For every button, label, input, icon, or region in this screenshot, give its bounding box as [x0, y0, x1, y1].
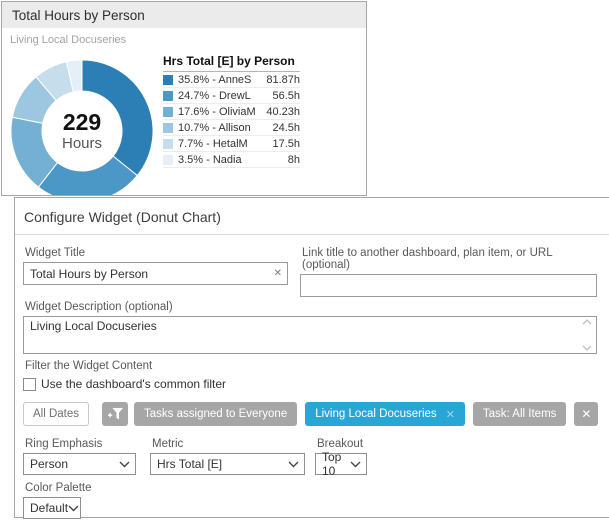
legend-label: 35.8% - AnneS: [178, 74, 266, 86]
breakout-label: Breakout: [317, 438, 367, 450]
widget-subtitle: Living Local Docuseries: [10, 34, 126, 46]
legend-value: 24.5h: [272, 122, 300, 134]
legend-swatch-icon: [163, 139, 173, 149]
filter-section-label: Filter the Widget Content: [25, 360, 605, 372]
configure-widget-dialog: Configure Widget (Donut Chart) Widget Ti…: [14, 197, 609, 518]
legend-value: 56.5h: [272, 90, 300, 102]
remove-filter-button[interactable]: ✕: [574, 402, 598, 426]
dialog-title: Configure Widget (Donut Chart): [15, 198, 609, 235]
color-palette-label: Color Palette: [25, 482, 81, 494]
widget-card: Total Hours by Person Living Local Docus…: [1, 1, 367, 196]
chevron-down-icon: [68, 505, 79, 512]
common-filter-checkbox[interactable]: [23, 378, 36, 391]
legend-swatch-icon: [163, 91, 173, 101]
legend-label: 24.7% - DrewL: [178, 90, 272, 102]
breakout-select[interactable]: Top 10: [315, 453, 367, 475]
description-textarea[interactable]: Living Local Docuseries: [23, 316, 597, 354]
widget-title-value: Total Hours by Person: [30, 267, 148, 281]
common-filter-row[interactable]: Use the dashboard's common filter: [23, 377, 605, 391]
legend-value: 40.23h: [266, 106, 300, 118]
scroll-down-icon[interactable]: [582, 345, 592, 351]
widget-title-label: Widget Title: [25, 247, 288, 259]
legend-row: 17.6% - OliviaM40.23h: [163, 104, 300, 120]
metric-label: Metric: [152, 438, 305, 450]
donut-chart: 229 Hours: [7, 56, 157, 196]
legend-label: 3.5% - Nadia: [178, 154, 288, 166]
common-filter-label: Use the dashboard's common filter: [41, 377, 226, 391]
add-filter-button[interactable]: [102, 402, 128, 426]
ring-emphasis-label: Ring Emphasis: [25, 438, 136, 450]
legend-value: 17.5h: [272, 138, 300, 150]
legend-value: 81.87h: [266, 74, 300, 86]
x-icon: ✕: [581, 407, 591, 421]
chevron-down-icon: [288, 461, 299, 468]
legend-value: 8h: [288, 154, 300, 166]
filter-chip-active[interactable]: Living Local Docuseries ✕: [305, 402, 465, 426]
clear-title-icon[interactable]: ✕: [274, 268, 282, 280]
ring-emphasis-select[interactable]: Person: [23, 453, 136, 475]
donut-segment-AnneS: [82, 60, 153, 176]
link-title-input[interactable]: [300, 274, 597, 297]
funnel-plus-icon: [107, 407, 124, 421]
all-dates-button[interactable]: All Dates: [23, 402, 89, 426]
legend-rows: 35.8% - AnneS81.87h24.7% - DrewL56.5h17.…: [163, 72, 300, 168]
color-palette-select[interactable]: Default: [23, 497, 81, 519]
legend-swatch-icon: [163, 107, 173, 117]
legend-swatch-icon: [163, 75, 173, 85]
donut-svg: [7, 56, 157, 196]
legend-label: 17.6% - OliviaM: [178, 106, 266, 118]
widget-title-input[interactable]: Total Hours by Person ✕: [23, 262, 288, 285]
scroll-up-icon[interactable]: [582, 319, 592, 325]
legend-row: 7.7% - HetalM17.5h: [163, 136, 300, 152]
widget-title: Total Hours by Person: [12, 8, 145, 23]
legend-row: 3.5% - Nadia8h: [163, 152, 300, 168]
link-title-label: Link title to another dashboard, plan it…: [302, 247, 597, 271]
legend-label: 10.7% - Allison: [178, 122, 272, 134]
legend-swatch-icon: [163, 155, 173, 165]
filter-chip[interactable]: Tasks assigned to Everyone: [134, 402, 297, 426]
chevron-down-icon: [350, 461, 361, 468]
chevron-down-icon: [119, 461, 130, 468]
chart-legend: Hrs Total [E] by Person 35.8% - AnneS81.…: [163, 54, 300, 168]
description-label: Widget Description (optional): [25, 301, 605, 313]
widget-header: Total Hours by Person: [2, 2, 366, 28]
legend-swatch-icon: [163, 123, 173, 133]
metric-select[interactable]: Hrs Total [E]: [150, 453, 305, 475]
legend-row: 24.7% - DrewL56.5h: [163, 88, 300, 104]
filter-chip[interactable]: Task: All Items: [473, 402, 567, 426]
legend-label: 7.7% - HetalM: [178, 138, 272, 150]
description-value: Living Local Docuseries: [30, 319, 157, 333]
textarea-scrollbar: [580, 319, 594, 351]
chip-close-icon[interactable]: ✕: [446, 408, 455, 421]
legend-row: 10.7% - Allison24.5h: [163, 120, 300, 136]
legend-row: 35.8% - AnneS81.87h: [163, 72, 300, 88]
filter-chips-row: All Dates Tasks assigned to Everyone Liv…: [23, 402, 605, 426]
legend-title: Hrs Total [E] by Person: [163, 54, 300, 72]
